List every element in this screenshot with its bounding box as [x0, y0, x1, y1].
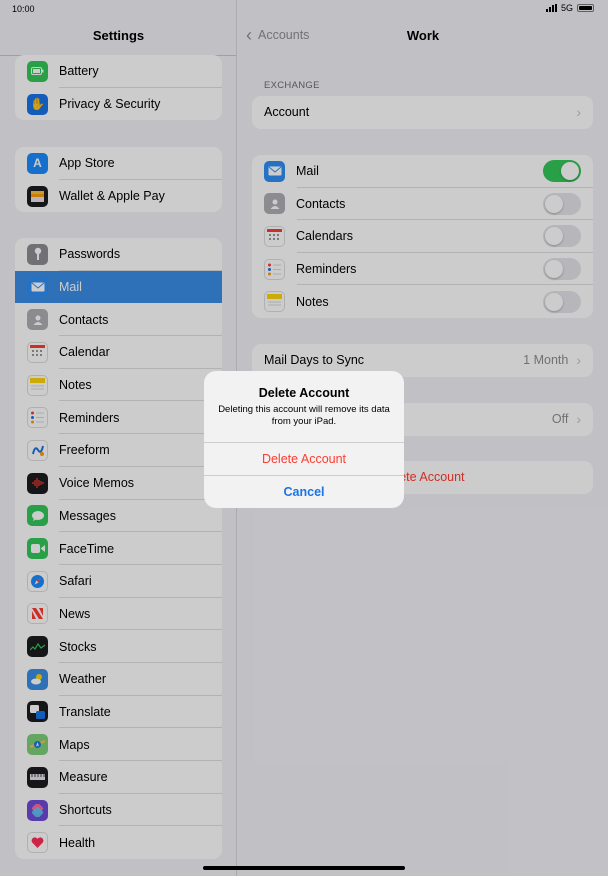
cancel-button[interactable]: Cancel — [204, 476, 404, 508]
alert-message: Deleting this account will remove its da… — [218, 404, 390, 427]
delete-account-alert: Delete Account Deleting this account wil… — [204, 371, 404, 508]
screen: 10:00 5G Settings Battery ✋ Privacy & Se… — [0, 0, 608, 876]
confirm-delete-button[interactable]: Delete Account — [204, 443, 404, 475]
alert-title: Delete Account — [258, 386, 350, 400]
home-indicator[interactable] — [203, 866, 405, 870]
